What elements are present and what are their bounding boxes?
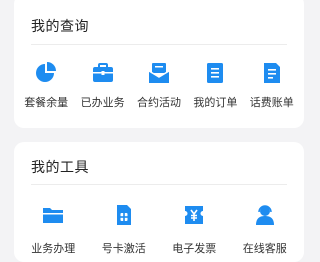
tool-item-sim-activation[interactable]: 号卡激活 [96, 202, 152, 256]
briefcase-icon [90, 60, 116, 86]
tools-items: 业务办理 号卡激活 电子发票 在线客服 [14, 202, 304, 256]
tool-item-online-service[interactable]: 在线客服 [237, 202, 293, 256]
my-tools-title: 我的工具 [31, 160, 89, 176]
folder-icon [40, 202, 66, 228]
divider [31, 44, 287, 45]
query-items: 套餐余量 已办业务 合约活动 我的订单 话费账单 [14, 60, 304, 110]
sim-card-icon [111, 202, 137, 228]
envelope-icon [146, 60, 172, 86]
order-list-icon [202, 60, 228, 86]
query-item-my-orders[interactable]: 我的订单 [187, 60, 243, 110]
pie-chart-icon [33, 60, 59, 86]
tool-item-business-handling[interactable]: 业务办理 [25, 202, 81, 256]
query-item-label: 合约活动 [136, 96, 181, 109]
tool-item-label: 电子发票 [172, 242, 217, 255]
query-item-processed-business[interactable]: 已办业务 [75, 60, 131, 110]
tool-item-label: 号卡激活 [101, 242, 146, 255]
query-item-label: 我的订单 [193, 96, 238, 109]
tool-item-label: 业务办理 [31, 242, 76, 255]
my-query-card: 我的查询 套餐余量 已办业务 合约活动 我的订单 话费账单 [14, 0, 304, 128]
query-item-label: 套餐余量 [24, 96, 69, 109]
query-item-phone-bill[interactable]: 话费账单 [244, 60, 300, 110]
bill-icon [259, 60, 285, 86]
tool-item-e-invoice[interactable]: 电子发票 [166, 202, 222, 256]
query-item-label: 话费账单 [249, 96, 294, 109]
query-item-contract-activities[interactable]: 合约活动 [131, 60, 187, 110]
query-item-label: 已办业务 [80, 96, 125, 109]
yen-ticket-icon [181, 202, 207, 228]
customer-service-icon [252, 202, 278, 228]
my-tools-card: 我的工具 业务办理 号卡激活 电子发票 在线客服 [14, 142, 304, 262]
tool-item-label: 在线客服 [242, 242, 287, 255]
query-item-package-balance[interactable]: 套餐余量 [18, 60, 74, 110]
divider [31, 184, 287, 185]
my-query-title: 我的查询 [31, 19, 89, 35]
